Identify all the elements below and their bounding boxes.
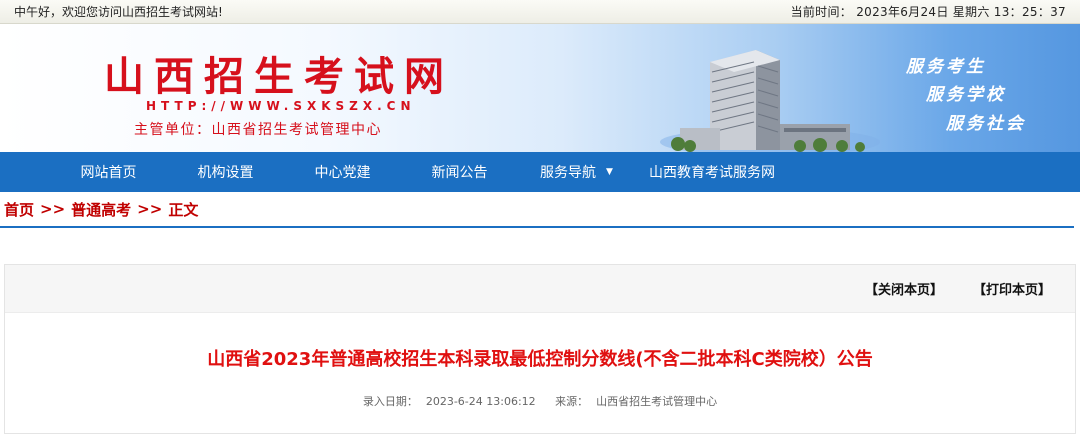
site-url: HTTP://WWW.SXKSZX.CN xyxy=(146,99,416,113)
article-source: 来源： 山西省招生考试管理中心 xyxy=(551,395,721,408)
article-panel: 【关闭本页】 【打印本页】 山西省2023年普通高校招生本科录取最低控制分数线(… xyxy=(4,264,1076,434)
article-actions: 【关闭本页】 【打印本页】 xyxy=(5,265,1075,313)
breadcrumb-separator: >> xyxy=(137,200,163,218)
slogan-3: 服务社会 xyxy=(946,114,1026,134)
nav-home[interactable]: 网站首页 xyxy=(50,162,167,182)
breadcrumb-current: 正文 xyxy=(168,200,199,219)
nav-organization[interactable]: 机构设置 xyxy=(167,162,284,182)
source-label: 来源： xyxy=(555,395,589,408)
main-nav: 网站首页 机构设置 中心党建 新闻公告 服务导航 ▼ 山西教育考试服务网 xyxy=(0,152,1080,192)
close-page-button[interactable]: 【关闭本页】 xyxy=(865,279,943,298)
greeting-text: 中午好，欢迎您访问山西招生考试网站! xyxy=(14,5,223,19)
building-illustration xyxy=(660,50,880,152)
article-meta: 录入日期： 2023-6-24 13:06:12 来源： 山西省招生考试管理中心 xyxy=(5,393,1075,409)
nav-service-guide-label: 服务导航 xyxy=(540,165,597,181)
breadcrumb: 首页 >> 普通高考 >> 正文 xyxy=(0,192,1074,228)
entry-date-value: 2023-6-24 13:06:12 xyxy=(425,395,536,408)
current-time: 当前时间： 2023年6月24日 星期六 13：25：37 xyxy=(791,3,1066,20)
top-info-bar: 中午好，欢迎您访问山西招生考试网站! 当前时间： 2023年6月24日 星期六 … xyxy=(0,0,1080,24)
slogan-1: 服务考生 xyxy=(906,57,986,77)
time-label: 当前时间： xyxy=(790,5,853,19)
breadcrumb-separator: >> xyxy=(40,200,66,218)
header-banner: 山西招生考试网 HTTP://WWW.SXKSZX.CN 主管单位：山西省招生考… xyxy=(0,24,1080,152)
nav-party-building[interactable]: 中心党建 xyxy=(284,162,401,182)
entry-date: 录入日期： 2023-6-24 13:06:12 xyxy=(359,395,540,408)
breadcrumb-home[interactable]: 首页 xyxy=(4,199,34,220)
entry-date-label: 录入日期： xyxy=(362,395,418,408)
site-title: 山西招生考试网 xyxy=(104,53,454,100)
print-page-button[interactable]: 【打印本页】 xyxy=(973,279,1051,298)
nav-service-guide[interactable]: 服务导航 ▼ xyxy=(518,162,635,182)
time-value: 2023年6月24日 星期六 13：25：37 xyxy=(856,5,1066,19)
slogan-2: 服务学校 xyxy=(926,85,1006,105)
breadcrumb-gaokao[interactable]: 普通高考 xyxy=(71,199,131,220)
source-value: 山西省招生考试管理中心 xyxy=(596,395,718,408)
site-organization: 主管单位：山西省招生考试管理中心 xyxy=(134,122,382,138)
nav-education-exam-service[interactable]: 山西教育考试服务网 xyxy=(635,162,775,182)
nav-news[interactable]: 新闻公告 xyxy=(401,162,518,182)
chevron-down-icon: ▼ xyxy=(606,167,613,177)
article-title: 山西省2023年普通高校招生本科录取最低控制分数线(不含二批本科C类院校）公告 xyxy=(207,349,873,370)
